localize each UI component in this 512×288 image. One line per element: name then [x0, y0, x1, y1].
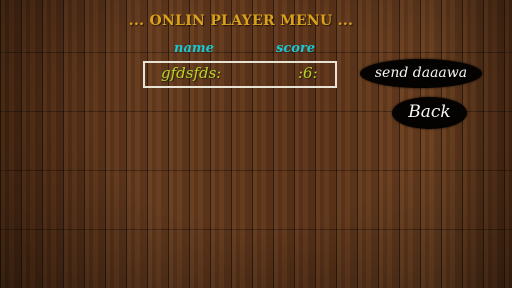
- back-button[interactable]: Back: [392, 97, 467, 129]
- name-column-header: name: [174, 41, 214, 56]
- score-column-header: score: [276, 41, 316, 56]
- send-button[interactable]: send daaawa: [360, 59, 482, 88]
- player-score-cell: :6:: [298, 64, 318, 82]
- player-name-cell: gfdsfds:: [161, 64, 222, 82]
- vignette-overlay: [0, 0, 512, 288]
- menu-title: ... ONLIN PLAYER MENU ...: [128, 13, 354, 29]
